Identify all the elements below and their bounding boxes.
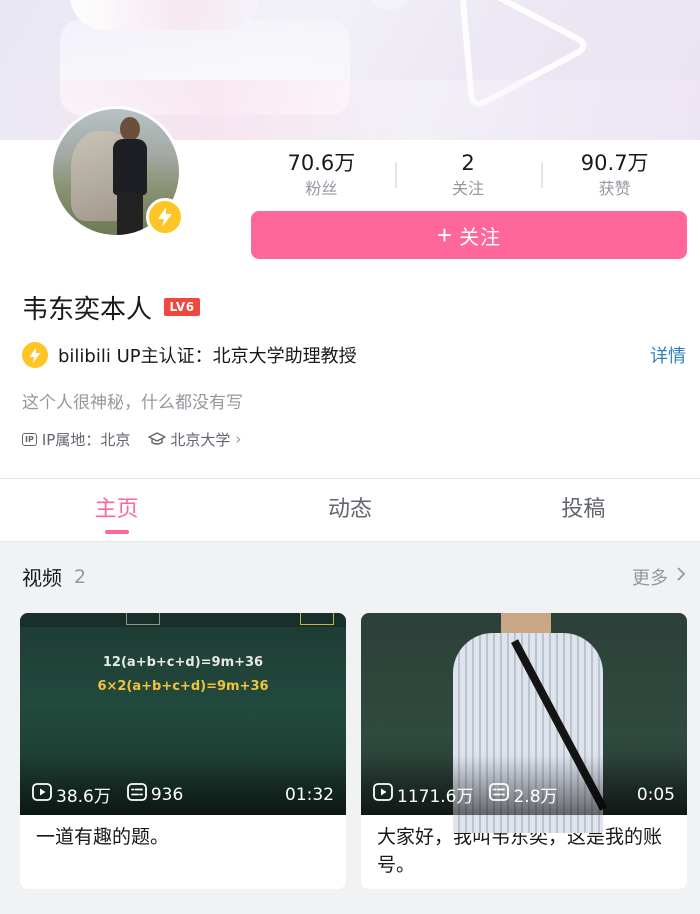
section-title: 视频 xyxy=(22,566,62,590)
danmaku-group: 2.8万 xyxy=(489,782,558,807)
stat-likes[interactable]: 90.7万 获赞 xyxy=(541,148,688,204)
meta-row: IP IP属地：北京 北京大学 › xyxy=(22,428,241,450)
thumbnail-frame xyxy=(300,613,334,625)
stat-value: 2 xyxy=(461,151,475,175)
video-duration: 01:32 xyxy=(285,784,334,805)
banner-shape xyxy=(370,0,410,10)
video-thumbnail: 1171.6万 2.8万 0:05 xyxy=(361,613,687,833)
avatar[interactable] xyxy=(50,106,184,238)
follow-label: 关注 xyxy=(459,226,502,249)
play-icon xyxy=(32,783,52,806)
video-thumbnail: 12(a+b+c+d)=9m+36 6×2(a+b+c+d)=9m+36 38.… xyxy=(20,613,346,815)
more-label: 更多 xyxy=(632,567,668,589)
user-name: 韦东奕本人 xyxy=(22,294,153,325)
danmaku-count: 936 xyxy=(150,784,184,805)
profile-stats: 70.6万 粉丝 2 关注 90.7万 获赞 xyxy=(248,148,688,204)
lightning-icon xyxy=(22,342,48,368)
danmaku-icon xyxy=(126,783,147,806)
user-signature: 这个人很神秘，什么都没有写 xyxy=(22,393,243,413)
video-card[interactable]: 1171.6万 2.8万 0:05 大家好，我叫韦东奕，这是我的账号。 xyxy=(361,613,687,889)
video-stats: 1171.6万 2.8万 0:05 xyxy=(373,782,675,807)
more-link[interactable]: 更多 xyxy=(632,564,686,590)
banner-shape xyxy=(70,0,260,30)
certification-text: bilibili UP主认证：北京大学助理教授 xyxy=(58,346,357,367)
tab-dynamics[interactable]: 动态 xyxy=(233,479,466,541)
chevron-right-icon: › xyxy=(235,430,242,448)
video-title: 一道有趣的题。 xyxy=(36,826,170,848)
profile-tabs: 主页 动态 投稿 xyxy=(0,478,700,542)
certification-row: bilibili UP主认证：北京大学助理教授 详情 xyxy=(22,340,686,370)
ip-location: IP属地：北京 xyxy=(41,430,131,449)
stat-label: 关注 xyxy=(452,179,485,198)
view-count: 38.6万 xyxy=(56,787,111,807)
lightning-icon xyxy=(146,198,184,236)
stat-value: 70.6万 xyxy=(287,151,356,175)
home-content: 视频 2 更多 12(a+b+c+d)=9m+36 6×2(a+b+c+d)=9… xyxy=(0,542,700,914)
stat-label: 粉丝 xyxy=(305,179,338,198)
stat-fans[interactable]: 70.6万 粉丝 xyxy=(248,148,395,204)
avatar-person-body xyxy=(113,139,147,195)
details-link[interactable]: 详情 xyxy=(650,342,686,368)
school-link[interactable]: 北京大学 xyxy=(170,429,230,450)
danmaku-count: 2.8万 xyxy=(513,787,558,807)
thumbnail-topbar xyxy=(20,613,346,627)
view-count: 1171.6万 xyxy=(397,787,474,807)
chevron-right-icon xyxy=(676,566,686,587)
section-count: 2 xyxy=(74,565,87,588)
follow-button[interactable]: + 关注 xyxy=(251,211,687,259)
video-stats: 38.6万 936 01:32 xyxy=(32,782,334,807)
danmaku-icon xyxy=(489,783,510,806)
plus-icon: + xyxy=(436,220,454,250)
views-group: 38.6万 xyxy=(32,782,111,807)
stat-following[interactable]: 2 关注 xyxy=(394,148,542,204)
graduation-cap-icon xyxy=(148,432,167,446)
tab-home[interactable]: 主页 xyxy=(0,479,233,541)
stat-label: 获赞 xyxy=(598,179,631,198)
thumbnail-text: 6×2(a+b+c+d)=9m+36 xyxy=(97,679,269,694)
avatar-person-head xyxy=(120,117,140,141)
video-duration: 0:05 xyxy=(636,784,675,805)
danmaku-group: 936 xyxy=(126,783,184,806)
name-row: 韦东奕本人 LV6 xyxy=(22,288,201,326)
level-badge: LV6 xyxy=(164,298,201,316)
videos-section-header: 视频 2 更多 xyxy=(22,562,686,591)
thumbnail-frame xyxy=(126,613,160,625)
tab-uploads[interactable]: 投稿 xyxy=(467,479,700,541)
views-group: 1171.6万 xyxy=(373,782,473,807)
play-icon xyxy=(373,783,393,806)
avatar-person-legs xyxy=(117,193,143,235)
thumbnail-text: 12(a+b+c+d)=9m+36 xyxy=(102,655,264,670)
ip-icon: IP xyxy=(22,432,37,446)
video-card[interactable]: 12(a+b+c+d)=9m+36 6×2(a+b+c+d)=9m+36 38.… xyxy=(20,613,346,889)
stat-value: 90.7万 xyxy=(580,151,649,175)
